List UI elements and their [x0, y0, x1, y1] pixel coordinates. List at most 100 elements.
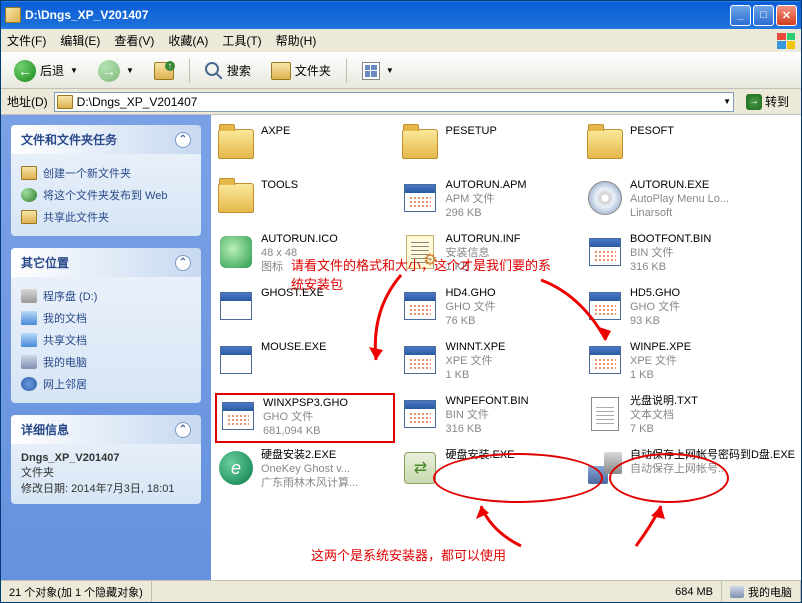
computer-icon — [21, 355, 37, 369]
file-item[interactable]: AUTORUN.EXEAutoPlay Menu Lo...Linarsoft — [584, 177, 797, 227]
search-label: 搜索 — [227, 62, 251, 79]
file-item[interactable]: GHOST.EXE — [215, 285, 395, 335]
back-label: 后退 — [40, 62, 64, 79]
file-meta: BIN 文件 — [445, 409, 528, 423]
search-button[interactable]: 搜索 — [198, 57, 258, 85]
minimize-button[interactable]: _ — [730, 5, 751, 26]
file-meta: 安装信息 — [445, 247, 520, 261]
addressbar: 地址(D) D:\Dngs_XP_V201407 ▼ → 转到 — [1, 89, 801, 115]
file-name: 硬盘安装.EXE — [445, 449, 514, 463]
app-icon — [217, 287, 255, 325]
maximize-button[interactable]: □ — [753, 5, 774, 26]
annotation-arrow-2 — [461, 501, 531, 551]
publish-link[interactable]: 将这个文件夹发布到 Web — [21, 184, 191, 206]
separator — [346, 59, 347, 83]
file-name: WINPE.XPE — [630, 341, 691, 355]
file-item[interactable]: HD5.GHOGHO 文件93 KB — [584, 285, 797, 335]
titlebar[interactable]: D:\Dngs_XP_V201407 _ □ ✕ — [1, 1, 801, 29]
file-item[interactable]: AXPE — [215, 123, 395, 173]
folders-button[interactable]: 文件夹 — [264, 57, 338, 85]
collapse-icon[interactable]: ⌃ — [175, 255, 191, 271]
statusbar: 21 个对象(加 1 个隐藏对象) 684 MB 我的电脑 — [1, 580, 801, 602]
address-input[interactable]: D:\Dngs_XP_V201407 ▼ — [54, 92, 734, 112]
file-item[interactable]: MOUSE.EXE — [215, 339, 395, 389]
menu-tools[interactable]: 工具(T) — [222, 32, 261, 49]
file-name: HD5.GHO — [630, 287, 680, 301]
menu-edit[interactable]: 编辑(E) — [60, 32, 100, 49]
network-link[interactable]: 网上邻居 — [21, 373, 191, 395]
details-panel: 详细信息 ⌃ Dngs_XP_V201407 文件夹 修改日期: 2014年7月… — [11, 415, 201, 504]
file-item[interactable]: PESOFT — [584, 123, 797, 173]
file-item[interactable]: WNPEFONT.BINBIN 文件316 KB — [399, 393, 580, 443]
collapse-icon[interactable]: ⌃ — [175, 132, 191, 148]
dropdown-icon: ▼ — [126, 66, 134, 75]
toolbar: ← 后退 ▼ → ▼ 搜索 文件夹 ▼ — [1, 53, 801, 89]
file-item[interactable]: e硬盘安装2.EXEOneKey Ghost v...广东雨林木风计算... — [215, 447, 395, 497]
menu-favorites[interactable]: 收藏(A) — [168, 32, 208, 49]
file-item[interactable]: AUTORUN.APMAPM 文件296 KB — [399, 177, 580, 227]
go-icon: → — [746, 94, 762, 110]
menu-help[interactable]: 帮助(H) — [276, 32, 317, 49]
sidebar: 文件和文件夹任务 ⌃ 创建一个新文件夹 将这个文件夹发布到 Web 共享此文件夹… — [1, 115, 211, 580]
inf-icon — [401, 233, 439, 271]
file-item[interactable]: TOOLS — [215, 177, 395, 227]
window-title: D:\Dngs_XP_V201407 — [25, 8, 730, 22]
dropdown-icon[interactable]: ▼ — [723, 97, 731, 106]
tasks-header[interactable]: 文件和文件夹任务 ⌃ — [11, 125, 201, 154]
file-meta: AutoPlay Menu Lo... — [630, 193, 729, 207]
close-button[interactable]: ✕ — [776, 5, 797, 26]
file-name: AUTORUN.APM — [445, 179, 526, 193]
new-folder-link[interactable]: 创建一个新文件夹 — [21, 162, 191, 184]
file-meta: 广东雨林木风计算... — [261, 477, 358, 491]
file-item[interactable]: PESETUP — [399, 123, 580, 173]
file-item[interactable]: 光盘说明.TXT文本文档7 KB — [584, 393, 797, 443]
file-meta: OneKey Ghost v... — [261, 463, 358, 477]
mydocs-link[interactable]: 我的文档 — [21, 307, 191, 329]
file-area[interactable]: AXPEPESETUP PESOFT TOOLSAUTORUN.APMAPM 文件2… — [211, 115, 801, 580]
file-item[interactable]: WINPE.XPEXPE 文件1 KB — [584, 339, 797, 389]
menu-file[interactable]: 文件(F) — [7, 32, 46, 49]
go-label: 转到 — [765, 93, 789, 110]
go-button[interactable]: → 转到 — [740, 91, 795, 112]
file-item[interactable]: 自动保存上网帐号密码到D盘.EXE自动保存上网帐号... — [584, 447, 797, 497]
views-button[interactable]: ▼ — [355, 57, 401, 85]
inst1-icon: e — [217, 449, 255, 487]
mycomputer-link[interactable]: 我的电脑 — [21, 351, 191, 373]
file-item[interactable]: AUTORUN.INF安装信息1 KB — [399, 231, 580, 281]
share-link[interactable]: 共享此文件夹 — [21, 206, 191, 228]
disk-icon — [586, 179, 624, 217]
up-button[interactable] — [147, 57, 181, 85]
back-icon: ← — [14, 60, 36, 82]
annotation-arrow-3 — [631, 501, 681, 551]
menu-view[interactable]: 查看(V) — [114, 32, 154, 49]
bin-icon — [401, 179, 439, 217]
forward-button[interactable]: → ▼ — [91, 55, 141, 87]
details-header[interactable]: 详细信息 ⌃ — [11, 415, 201, 444]
share-icon — [21, 210, 37, 224]
address-path: D:\Dngs_XP_V201407 — [77, 95, 717, 109]
status-objects: 21 个对象(加 1 个隐藏对象) — [1, 581, 152, 602]
file-item[interactable]: AUTORUN.ICO48 x 48图标 — [215, 231, 395, 281]
inst2-icon: ⇄ — [401, 449, 439, 487]
folder-icon — [5, 7, 21, 23]
drive-link[interactable]: 程序盘 (D:) — [21, 285, 191, 307]
back-button[interactable]: ← 后退 ▼ — [7, 55, 85, 87]
file-name: AUTORUN.EXE — [630, 179, 729, 193]
file-item[interactable]: BOOTFONT.BINBIN 文件316 KB — [584, 231, 797, 281]
file-item[interactable]: WINNT.XPEXPE 文件1 KB — [399, 339, 580, 389]
bin-icon — [401, 395, 439, 433]
dropdown-icon: ▼ — [386, 66, 394, 75]
savepwd-icon — [586, 449, 624, 487]
file-item[interactable]: HD4.GHOGHO 文件76 KB — [399, 285, 580, 335]
file-meta: 1 KB — [445, 369, 505, 383]
file-name: PESOFT — [630, 125, 674, 139]
other-header[interactable]: 其它位置 ⌃ — [11, 248, 201, 277]
documents-icon — [21, 311, 37, 325]
file-item[interactable]: ⇄ 硬盘安装.EXE — [399, 447, 580, 497]
file-meta: XPE 文件 — [445, 355, 505, 369]
file-name: HD4.GHO — [445, 287, 495, 301]
file-item[interactable]: WINXPSP3.GHOGHO 文件681,094 KB — [215, 393, 395, 443]
globe-icon — [21, 188, 37, 202]
shared-link[interactable]: 共享文档 — [21, 329, 191, 351]
collapse-icon[interactable]: ⌃ — [175, 422, 191, 438]
